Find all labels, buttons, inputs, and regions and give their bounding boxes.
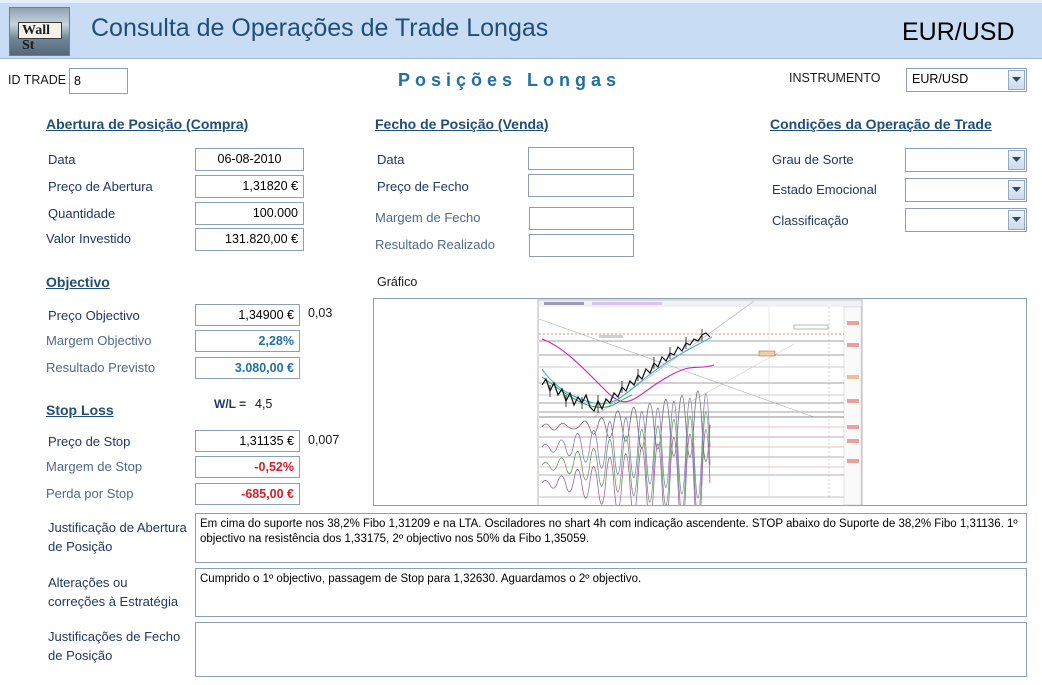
luck-select[interactable] [905,148,1027,172]
chevron-down-icon[interactable] [1008,180,1025,200]
conditions-section-title: Condições da Operação de Trade [770,116,992,132]
objective-price-label: Preço Objectivo [48,308,140,323]
id-trade-label: ID TRADE [8,73,67,87]
closing-price-field[interactable] [528,174,634,197]
chevron-down-icon[interactable] [1008,70,1025,90]
closing-margin-label: Margem de Fecho [375,210,481,225]
wall-street-logo: Wall St [9,7,70,56]
closing-justification-field[interactable] [195,622,1027,677]
opening-price-field[interactable]: 1,31820 € [195,175,304,198]
quantity-label: Quantidade [48,206,116,221]
stop-price-field[interactable]: 1,31135 € [195,430,300,452]
objective-margin-label: Margem Objectivo [46,333,152,348]
logo-text: Wall St [22,23,51,53]
emotion-label: Estado Emocional [772,182,877,197]
objective-margin-field[interactable]: 2,28% [195,330,300,352]
opening-section-title: Abertura de Posição (Compra) [46,116,249,132]
positions-heading: Posições Longas [398,70,622,90]
closing-margin-field[interactable] [529,207,634,230]
closing-date-label: Data [377,152,405,167]
wl-value: 4,5 [255,397,273,411]
trade-chart-image [537,299,863,505]
closing-date-field[interactable] [528,147,634,170]
classification-select[interactable] [905,208,1027,232]
stop-loss-amount-field[interactable]: -685,00 € [195,483,300,505]
classification-label: Classificação [772,213,849,228]
strategy-changes-field[interactable]: Cumprido o 1º objectivo, passagem de Sto… [195,568,1027,617]
opening-date-label: Data [48,152,76,167]
chevron-down-icon[interactable] [1008,210,1025,230]
opening-justification-label: Justificação de Abertura de Posição [48,520,187,554]
instrument-display: EUR/USD [902,18,1015,46]
expected-result-label: Resultado Previsto [46,360,156,375]
closing-section-title: Fecho de Posição (Venda) [375,116,549,132]
closing-price-label: Preço de Fecho [377,179,469,194]
chevron-down-icon[interactable] [1008,150,1025,170]
objective-price-field[interactable]: 1,34900 € [195,304,300,326]
id-trade-field[interactable]: 8 [69,68,128,94]
strategy-changes-label: Alterações ou correções à Estratégia [48,575,179,609]
stop-loss-amount-label: Perda por Stop [46,486,134,501]
instrument-select-value: EUR/USD [912,72,969,86]
invested-label: Valor Investido [46,231,132,246]
chart-label: Gráfico [377,275,418,289]
page-title: Consulta de Operações de Trade Longas [91,14,549,42]
objective-section-title: Objectivo [46,274,110,290]
realized-result-field[interactable] [529,234,634,257]
stop-price-diff: 0,007 [308,433,340,447]
stop-loss-section-title: Stop Loss [46,402,114,418]
chart-frame[interactable] [373,298,1027,506]
logo-sign: Wall St [18,22,62,53]
opening-price-label: Preço de Abertura [48,179,153,194]
instrument-select[interactable]: EUR/USD [906,68,1027,92]
instrument-label: INSTRUMENTO [789,71,881,85]
stop-margin-label: Margem de Stop [46,459,143,474]
quantity-field[interactable]: 100.000 [195,202,304,225]
invested-field[interactable]: 131.820,00 € [195,228,304,251]
opening-date-field[interactable]: 06-08-2010 [195,148,304,171]
stop-price-label: Preço de Stop [48,434,131,449]
objective-price-diff: 0,03 [308,306,333,320]
luck-label: Grau de Sorte [772,152,854,167]
opening-justification-field[interactable]: Em cima do suporte nos 38,2% Fibo 1,3120… [195,513,1027,563]
stop-margin-field[interactable]: -0,52% [195,456,300,478]
wl-label: W/L = [214,397,247,411]
closing-justification-label: Justificações de Fecho de Posição [48,629,181,663]
realized-result-label: Resultado Realizado [375,237,495,252]
expected-result-field[interactable]: 3.080,00 € [195,357,300,379]
emotion-select[interactable] [905,178,1027,202]
